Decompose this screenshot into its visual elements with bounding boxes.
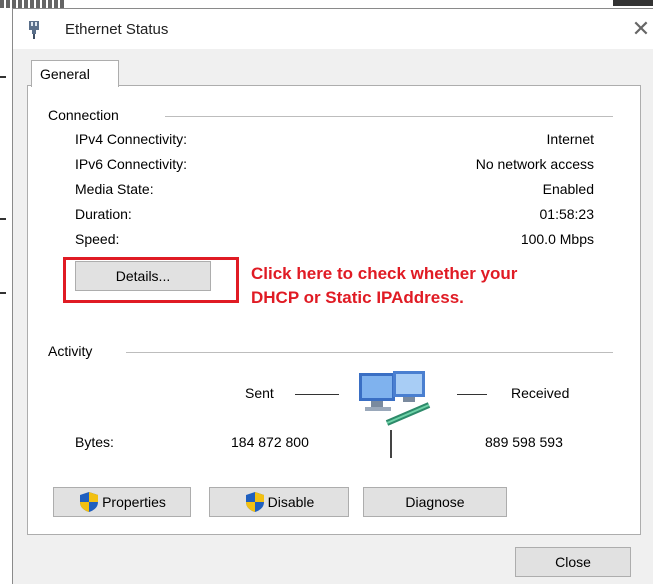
activity-divider xyxy=(126,352,613,353)
window-title: Ethernet Status xyxy=(65,21,169,38)
title-bar[interactable]: Ethernet Status ✕ xyxy=(13,9,653,49)
annotation-highlight-box xyxy=(63,257,239,303)
connection-divider xyxy=(165,116,613,117)
uac-shield-icon xyxy=(245,492,264,512)
annotation-line-2: DHCP or Static IPAddress. xyxy=(251,288,464,307)
received-label: Received xyxy=(511,385,570,401)
ipv6-value: No network access xyxy=(475,156,594,172)
general-panel xyxy=(27,85,641,535)
sent-line xyxy=(295,394,339,395)
background-mark xyxy=(0,76,6,78)
disable-button[interactable]: Disable xyxy=(209,487,349,517)
annotation-text: Click here to check whether your DHCP or… xyxy=(251,262,653,310)
speed-value: 100.0 Mbps xyxy=(520,231,594,247)
close-button-label: Close xyxy=(555,554,591,570)
speed-label: Speed: xyxy=(75,231,120,247)
activity-group-label: Activity xyxy=(48,343,97,359)
activity-separator xyxy=(390,430,392,458)
uac-shield-icon xyxy=(80,492,99,512)
network-adapter-icon xyxy=(29,21,39,39)
ipv6-label: IPv6 Connectivity: xyxy=(75,156,188,172)
background-window-top xyxy=(0,0,64,8)
background-window-topright xyxy=(613,0,653,6)
properties-button-label: Properties xyxy=(102,494,166,510)
bytes-label: Bytes: xyxy=(75,434,114,450)
tab-general[interactable]: General xyxy=(31,60,119,87)
diagnose-button[interactable]: Diagnose xyxy=(363,487,507,517)
annotation-line-1: Click here to check whether your xyxy=(251,264,518,283)
network-computers-icon xyxy=(359,371,431,426)
duration-value: 01:58:23 xyxy=(539,206,595,222)
background-mark xyxy=(0,292,6,294)
ipv4-label: IPv4 Connectivity: xyxy=(75,131,188,147)
ipv4-value: Internet xyxy=(546,131,594,147)
bytes-received-value: 889 598 593 xyxy=(485,434,563,450)
close-icon[interactable]: ✕ xyxy=(628,15,653,43)
close-button[interactable]: Close xyxy=(515,547,631,577)
tab-label: General xyxy=(40,66,90,82)
received-line xyxy=(457,394,487,395)
disable-button-label: Disable xyxy=(267,494,315,510)
sent-label: Sent xyxy=(245,385,274,401)
media-state-value: Enabled xyxy=(542,181,594,197)
properties-button[interactable]: Properties xyxy=(53,487,191,517)
media-state-label: Media State: xyxy=(75,181,154,197)
ethernet-status-dialog: Ethernet Status ✕ General Connection IPv… xyxy=(12,8,653,584)
bytes-sent-value: 184 872 800 xyxy=(231,434,309,450)
background-mark xyxy=(0,218,6,220)
diagnose-button-label: Diagnose xyxy=(405,494,465,510)
duration-label: Duration: xyxy=(75,206,132,222)
connection-group-label: Connection xyxy=(48,107,123,123)
